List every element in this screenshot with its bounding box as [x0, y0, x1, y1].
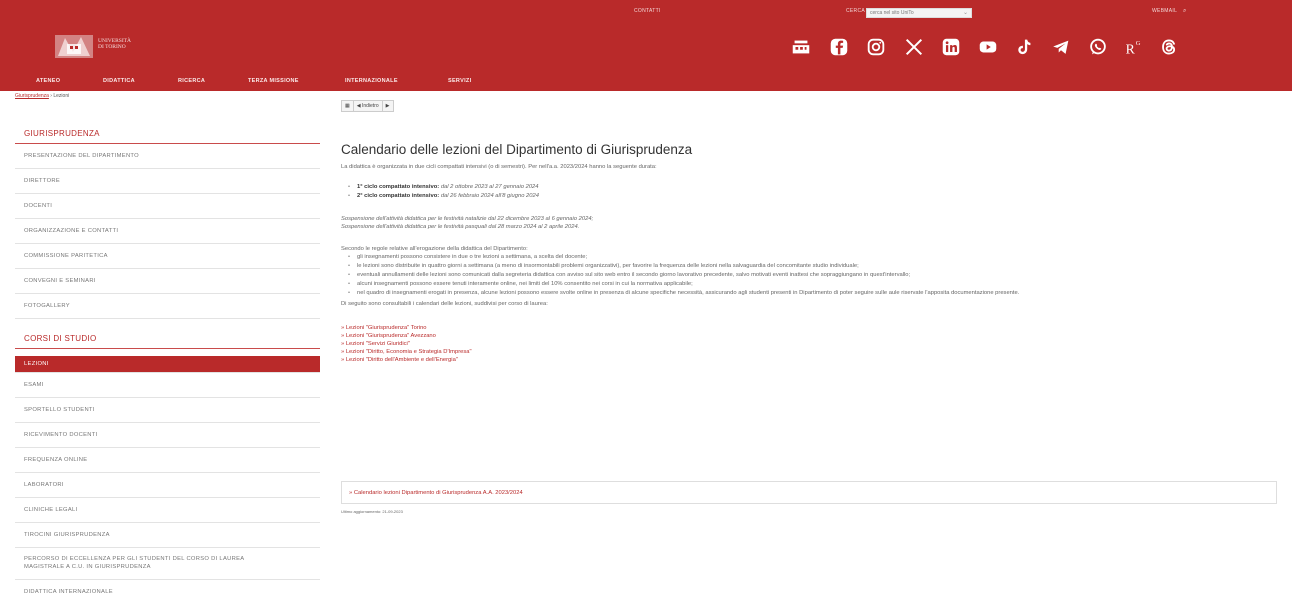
logo-text-line2: DI TORINO: [98, 44, 126, 50]
cycle-dates: dal 2 ottobre 2023 al 27 gennaio 2024: [440, 184, 539, 190]
sidebar-item-cliniche[interactable]: CLINICHE LEGALI: [15, 498, 320, 523]
cycle-dates: dal 26 febbraio 2024 all'8 giugno 2024: [440, 193, 539, 199]
back-button[interactable]: ◀ Indietro: [354, 101, 383, 111]
list-item: nel quadro di insegnamenti erogati in pr…: [347, 289, 1281, 298]
sidebar-item-presentazione[interactable]: PRESENTAZIONE DEL DIPARTIMENTO: [15, 144, 320, 169]
x-icon[interactable]: [901, 34, 927, 60]
facebook-icon[interactable]: [826, 34, 852, 60]
university-logo-text: UNIVERSITÀ DI TORINO: [98, 38, 131, 50]
sidebar-item-lezioni[interactable]: LEZIONI: [15, 356, 320, 373]
sidebar-item-didattica-internazionale[interactable]: DIDATTICA INTERNAZIONALE: [15, 579, 320, 600]
menu-didattica[interactable]: DIDATTICA: [103, 78, 135, 84]
threads-icon[interactable]: [1156, 34, 1182, 60]
sidebar-item-esami[interactable]: ESAMI: [15, 373, 320, 398]
last-updated: Ultimo aggiornamento: 21-09-2023: [341, 509, 403, 514]
page-toolbar: ▦ ◀ Indietro ▶: [341, 100, 394, 112]
sidebar-item-commissione[interactable]: COMMISSIONE PARITETICA: [15, 244, 320, 269]
svg-text:R: R: [1126, 41, 1136, 56]
sidebar-section-title-giurisprudenza[interactable]: GIURISPRUDENZA: [15, 122, 320, 144]
instagram-icon[interactable]: [863, 34, 889, 60]
youtube-icon[interactable]: [975, 34, 1001, 60]
sidebar-item-convegni[interactable]: CONVEGNI E SEMINARI: [15, 269, 320, 294]
researchgate-icon[interactable]: RG: [1120, 34, 1146, 60]
sidebar-item-organizzazione[interactable]: ORGANIZZAZIONE E CONTATTI: [15, 219, 320, 244]
sidebar-section-title-corsi[interactable]: CORSI DI STUDIO: [15, 327, 320, 349]
pigeonhole-icon[interactable]: [788, 34, 814, 60]
search-label: CERCA: [846, 8, 866, 14]
list-item: le lezioni sono distribuite in quattro g…: [347, 262, 1281, 271]
suspension-christmas: Sospensione dell'attività didattica per …: [341, 216, 594, 222]
sidebar-item-ricevimento[interactable]: RICEVIMENTO DOCENTI: [15, 423, 320, 448]
sidebar-item-direttore[interactable]: DIRETTORE: [15, 169, 320, 194]
sidebar-item-laboratori[interactable]: LABORATORI: [15, 473, 320, 498]
sidebar-item-percorso-eccellenza[interactable]: PERCORSO DI ECCELLENZA PER GLI STUDENTI …: [15, 548, 285, 579]
sidebar-item-fotogallery[interactable]: FOTOGALLERY: [15, 294, 320, 319]
whatsapp-icon[interactable]: [1085, 34, 1111, 60]
sidebar: GIURISPRUDENZA PRESENTAZIONE DEL DIPARTI…: [15, 122, 320, 600]
site-header: CONTATTI CERCA cerca nel sito UniTo ⌄ WE…: [0, 0, 1292, 91]
list-item: 1° ciclo compattato intensivo: dal 2 ott…: [347, 183, 1281, 192]
menu-ateneo[interactable]: ATENEO: [36, 78, 60, 84]
list-item: gli insegnamenti possono consistere in d…: [347, 253, 1281, 262]
sidebar-item-frequenza[interactable]: FREQUENZA ONLINE: [15, 448, 320, 473]
breadcrumb-current: Lezioni: [53, 93, 70, 99]
menu-ricerca[interactable]: RICERCA: [178, 78, 205, 84]
svg-text:G: G: [1136, 40, 1141, 47]
breadcrumb-home-link[interactable]: Giurisprudenza: [15, 93, 49, 99]
search-input[interactable]: cerca nel sito UniTo ⌄: [866, 8, 972, 18]
calendar-link[interactable]: » Calendario lezioni Dipartimento di Giu…: [349, 490, 1269, 497]
tiktok-icon[interactable]: [1011, 34, 1037, 60]
link-diritto-economia[interactable]: » Lezioni "Diritto, Economia e Strategia…: [341, 348, 1281, 356]
link-servizi-giuridici[interactable]: » Lezioni "Servizi Giuridici": [341, 340, 1281, 348]
sidebar-item-docenti[interactable]: DOCENTI: [15, 194, 320, 219]
suspension-easter: Sospensione dell'attività didattica per …: [341, 224, 580, 230]
link-giurisprudenza-avezzano[interactable]: » Lezioni "Giurisprudenza" Avezzano: [341, 332, 1281, 340]
linkedin-icon[interactable]: [938, 34, 964, 60]
sidebar-item-tirocini[interactable]: TIROCINI GIURISPRUDENZA: [15, 523, 320, 548]
chevron-down-icon: ⌄: [962, 10, 968, 16]
breadcrumb: Giurisprudenza › Lezioni: [15, 93, 69, 99]
list-item: eventuali annullamenti delle lezioni son…: [347, 271, 1281, 280]
cycle-label: 2° ciclo compattato intensivo:: [357, 193, 440, 199]
calendar-box: » Calendario lezioni Dipartimento di Giu…: [341, 481, 1277, 504]
list-intro: Di seguito sono consultabili i calendari…: [341, 301, 548, 307]
search-icon[interactable]: ⌕: [1183, 8, 1187, 15]
course-links: » Lezioni "Giurisprudenza" Torino » Lezi…: [341, 324, 1281, 364]
list-item: 2° ciclo compattato intensivo: dal 26 fe…: [347, 192, 1281, 201]
sidebar-item-sportello[interactable]: SPORTELLO STUDENTI: [15, 398, 320, 423]
link-diritto-ambiente[interactable]: » Lezioni "Diritto dell'Ambiente e dell'…: [341, 356, 1281, 364]
menu-servizi[interactable]: SERVIZI: [448, 78, 471, 84]
menu-terza-missione[interactable]: TERZA MISSIONE: [248, 78, 299, 84]
rules-intro: Secondo le regole relative all'erogazion…: [341, 246, 528, 252]
menu-internazionale[interactable]: INTERNAZIONALE: [345, 78, 398, 84]
cycle-label: 1° ciclo compattato intensivo:: [357, 184, 440, 190]
grid-view-icon[interactable]: ▦: [342, 101, 354, 111]
contacts-link[interactable]: CONTATTI: [634, 8, 661, 14]
list-item: alcuni insegnamenti possono essere tenut…: [347, 280, 1281, 289]
page-title: Calendario delle lezioni del Dipartiment…: [341, 142, 693, 157]
link-giurisprudenza-torino[interactable]: » Lezioni "Giurisprudenza" Torino: [341, 324, 1281, 332]
intro-paragraph: La didattica è organizzata in due cicli …: [341, 164, 657, 170]
telegram-icon[interactable]: [1048, 34, 1074, 60]
webmail-link[interactable]: WEBMAIL: [1152, 8, 1177, 14]
rules-list: gli insegnamenti possono consistere in d…: [347, 253, 1281, 298]
next-button[interactable]: ▶: [383, 101, 393, 111]
cycles-list: 1° ciclo compattato intensivo: dal 2 ott…: [347, 183, 1281, 201]
search-placeholder: cerca nel sito UniTo: [870, 10, 914, 16]
university-logo[interactable]: [53, 32, 95, 60]
main-content: Calendario delle lezioni del Dipartiment…: [341, 142, 1281, 364]
